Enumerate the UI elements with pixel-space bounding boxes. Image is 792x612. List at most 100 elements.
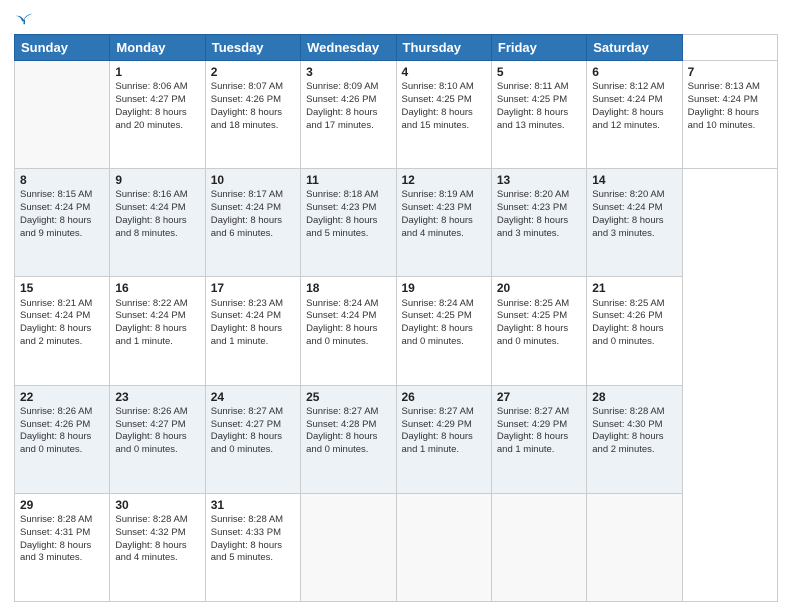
sunset-line: Sunset: 4:27 PM bbox=[115, 419, 185, 430]
page: SundayMondayTuesdayWednesdayThursdayFrid… bbox=[0, 0, 792, 612]
day-number: 7 bbox=[688, 64, 772, 80]
day-number: 29 bbox=[20, 497, 104, 513]
sunset-line: Sunset: 4:24 PM bbox=[211, 310, 281, 321]
day-header-monday: Monday bbox=[110, 35, 205, 61]
daylight-line: Daylight: 8 hours and 1 minute. bbox=[115, 323, 186, 347]
daylight-line: Daylight: 8 hours and 1 minute. bbox=[211, 323, 282, 347]
calendar-cell: 15Sunrise: 8:21 AMSunset: 4:24 PMDayligh… bbox=[15, 277, 110, 385]
day-number: 12 bbox=[402, 172, 486, 188]
sunset-line: Sunset: 4:24 PM bbox=[592, 202, 662, 213]
sunrise-line: Sunrise: 8:26 AM bbox=[20, 406, 92, 417]
daylight-line: Daylight: 8 hours and 4 minutes. bbox=[115, 540, 186, 564]
day-number: 28 bbox=[592, 389, 676, 405]
sunrise-line: Sunrise: 8:28 AM bbox=[115, 514, 187, 525]
sunset-line: Sunset: 4:24 PM bbox=[20, 202, 90, 213]
day-number: 8 bbox=[20, 172, 104, 188]
daylight-line: Daylight: 8 hours and 8 minutes. bbox=[115, 215, 186, 239]
sunset-line: Sunset: 4:32 PM bbox=[115, 527, 185, 538]
sunset-line: Sunset: 4:29 PM bbox=[497, 419, 567, 430]
sunrise-line: Sunrise: 8:27 AM bbox=[211, 406, 283, 417]
daylight-line: Daylight: 8 hours and 0 minutes. bbox=[306, 323, 377, 347]
calendar-cell: 1Sunrise: 8:06 AMSunset: 4:27 PMDaylight… bbox=[110, 61, 205, 169]
sunset-line: Sunset: 4:27 PM bbox=[211, 419, 281, 430]
calendar-cell: 19Sunrise: 8:24 AMSunset: 4:25 PMDayligh… bbox=[396, 277, 491, 385]
daylight-line: Daylight: 8 hours and 2 minutes. bbox=[592, 431, 663, 455]
daylight-line: Daylight: 8 hours and 13 minutes. bbox=[497, 107, 568, 131]
day-number: 1 bbox=[115, 64, 199, 80]
daylight-line: Daylight: 8 hours and 0 minutes. bbox=[211, 431, 282, 455]
calendar-cell: 5Sunrise: 8:11 AM Sunset: 4:25 PM Daylight… bbox=[491, 61, 586, 169]
sunset-line: Sunset: 4:26 PM bbox=[211, 94, 281, 105]
sunset-line: Sunset: 4:26 PM bbox=[592, 310, 662, 321]
sunrise-line: Sunrise: 8:27 AM bbox=[497, 406, 569, 417]
sunset-line: Sunset: 4:25 PM bbox=[402, 310, 472, 321]
daylight-line: Daylight: 8 hours and 0 minutes. bbox=[306, 431, 377, 455]
day-header-tuesday: Tuesday bbox=[205, 35, 300, 61]
daylight-line: Daylight: 8 hours and 5 minutes. bbox=[211, 540, 282, 564]
sunrise-line: Sunrise: 8:20 AM bbox=[592, 189, 664, 200]
sunset-line: Sunset: 4:24 PM bbox=[592, 94, 662, 105]
day-number: 5 bbox=[497, 64, 581, 80]
day-number: 31 bbox=[211, 497, 295, 513]
calendar-cell: 26Sunrise: 8:27 AMSunset: 4:29 PMDayligh… bbox=[396, 385, 491, 493]
week-row-2: 8Sunrise: 8:15 AMSunset: 4:24 PMDaylight… bbox=[15, 169, 778, 277]
calendar-cell: 29Sunrise: 8:28 AMSunset: 4:31 PMDayligh… bbox=[15, 493, 110, 601]
calendar-cell: 16Sunrise: 8:22 AMSunset: 4:24 PMDayligh… bbox=[110, 277, 205, 385]
sunset-line: Sunset: 4:24 PM bbox=[688, 94, 758, 105]
calendar-cell: 10Sunrise: 8:17 AMSunset: 4:24 PMDayligh… bbox=[205, 169, 300, 277]
calendar-cell: 7Sunrise: 8:13 AMSunset: 4:24 PMDaylight… bbox=[682, 61, 777, 169]
sunrise-line: Sunrise: 8:27 AM bbox=[306, 406, 378, 417]
calendar-cell: 20Sunrise: 8:25 AMSunset: 4:25 PMDayligh… bbox=[491, 277, 586, 385]
daylight-line: Daylight: 8 hours and 1 minute. bbox=[497, 431, 568, 455]
day-number: 2 bbox=[211, 64, 295, 80]
sunset-line: Sunset: 4:23 PM bbox=[306, 202, 376, 213]
daylight-line: Daylight: 8 hours and 0 minutes. bbox=[115, 431, 186, 455]
calendar-cell: 24Sunrise: 8:27 AM Sunset: 4:27 PMDayligh… bbox=[205, 385, 300, 493]
sunrise-line: Sunrise: 8:09 AM bbox=[306, 81, 378, 92]
day-number: 18 bbox=[306, 280, 390, 296]
daylight-line: Daylight: 8 hours and 2 minutes. bbox=[20, 323, 91, 347]
sunset-line: Sunset: 4:25 PM bbox=[497, 94, 567, 105]
day-number: 22 bbox=[20, 389, 104, 405]
daylight-line: Daylight: 8 hours and 0 minutes. bbox=[592, 323, 663, 347]
day-number: 30 bbox=[115, 497, 199, 513]
sunset-line: Sunset: 4:23 PM bbox=[402, 202, 472, 213]
sunrise-line: Sunrise: 8:21 AM bbox=[20, 298, 92, 309]
day-number: 15 bbox=[20, 280, 104, 296]
day-header-wednesday: Wednesday bbox=[301, 35, 396, 61]
daylight-line: Daylight: 8 hours and 3 minutes. bbox=[497, 215, 568, 239]
sunrise-line: Sunrise: 8:11 AM bbox=[497, 81, 569, 92]
calendar-cell: 13Sunrise: 8:20 AMSunset: 4:23 PMDayligh… bbox=[491, 169, 586, 277]
sunrise-line: Sunrise: 8:07 AM bbox=[211, 81, 283, 92]
week-row-3: 15 Sunrise: 8:21 AM Sunset: 4:24 PM Dayligh… bbox=[15, 277, 778, 385]
day-header-friday: Friday bbox=[491, 35, 586, 61]
calendar-cell: 31Sunrise: 8:28 AMSunset: 4:33 PMDayligh… bbox=[205, 493, 300, 601]
calendar-cell: 27Sunrise: 8:27 AMSunset: 4:29 PMDayligh… bbox=[491, 385, 586, 493]
daylight-line: Daylight: 8 hours and 0 minutes. bbox=[20, 431, 91, 455]
sunrise-line: Sunrise: 8:27 AM bbox=[402, 406, 474, 417]
day-number: 14 bbox=[592, 172, 676, 188]
sunrise-line: Sunrise: 8:13 AM bbox=[688, 81, 760, 92]
sunrise-line: Sunrise: 8:28 AM bbox=[592, 406, 664, 417]
sunrise-line: Sunrise: 8:28 AM bbox=[20, 514, 92, 525]
sunrise-line: Sunrise: 8:16 AM bbox=[115, 189, 187, 200]
daylight-line: Daylight: 8 hours and 18 minutes. bbox=[211, 107, 282, 131]
calendar-cell: 4Sunrise: 8:10 AMSunset: 4:25 PMDaylight… bbox=[396, 61, 491, 169]
sunrise-line: Sunrise: 8:12 AM bbox=[592, 81, 664, 92]
daylight-line: Daylight: 8 hours and 15 minutes. bbox=[402, 107, 473, 131]
sunset-line: Sunset: 4:24 PM bbox=[115, 310, 185, 321]
daylight-line: Daylight: 8 hours and 17 minutes. bbox=[306, 107, 377, 131]
sunrise-line: Sunrise: 8:18 AM bbox=[306, 189, 378, 200]
calendar-cell: 17Sunrise: 8:23 AMSunset: 4:24 PMDayligh… bbox=[205, 277, 300, 385]
day-number: 24 bbox=[211, 389, 295, 405]
calendar-cell: 14Sunrise: 8:20 AMSunset: 4:24 PMDayligh… bbox=[587, 169, 682, 277]
week-row-5: 29Sunrise: 8:28 AMSunset: 4:31 PMDayligh… bbox=[15, 493, 778, 601]
daylight-line: Daylight: 8 hours and 12 minutes. bbox=[592, 107, 663, 131]
sunset-line: Sunset: 4:31 PM bbox=[20, 527, 90, 538]
day-number: 10 bbox=[211, 172, 295, 188]
logo bbox=[14, 10, 34, 28]
sunset-line: Sunset: 4:24 PM bbox=[115, 202, 185, 213]
sunrise-line: Sunrise: 8:24 AM bbox=[402, 298, 474, 309]
sunrise-line: Sunrise: 8:24 AM bbox=[306, 298, 378, 309]
calendar-cell: 21Sunrise: 8:25 AMSunset: 4:26 PMDayligh… bbox=[587, 277, 682, 385]
